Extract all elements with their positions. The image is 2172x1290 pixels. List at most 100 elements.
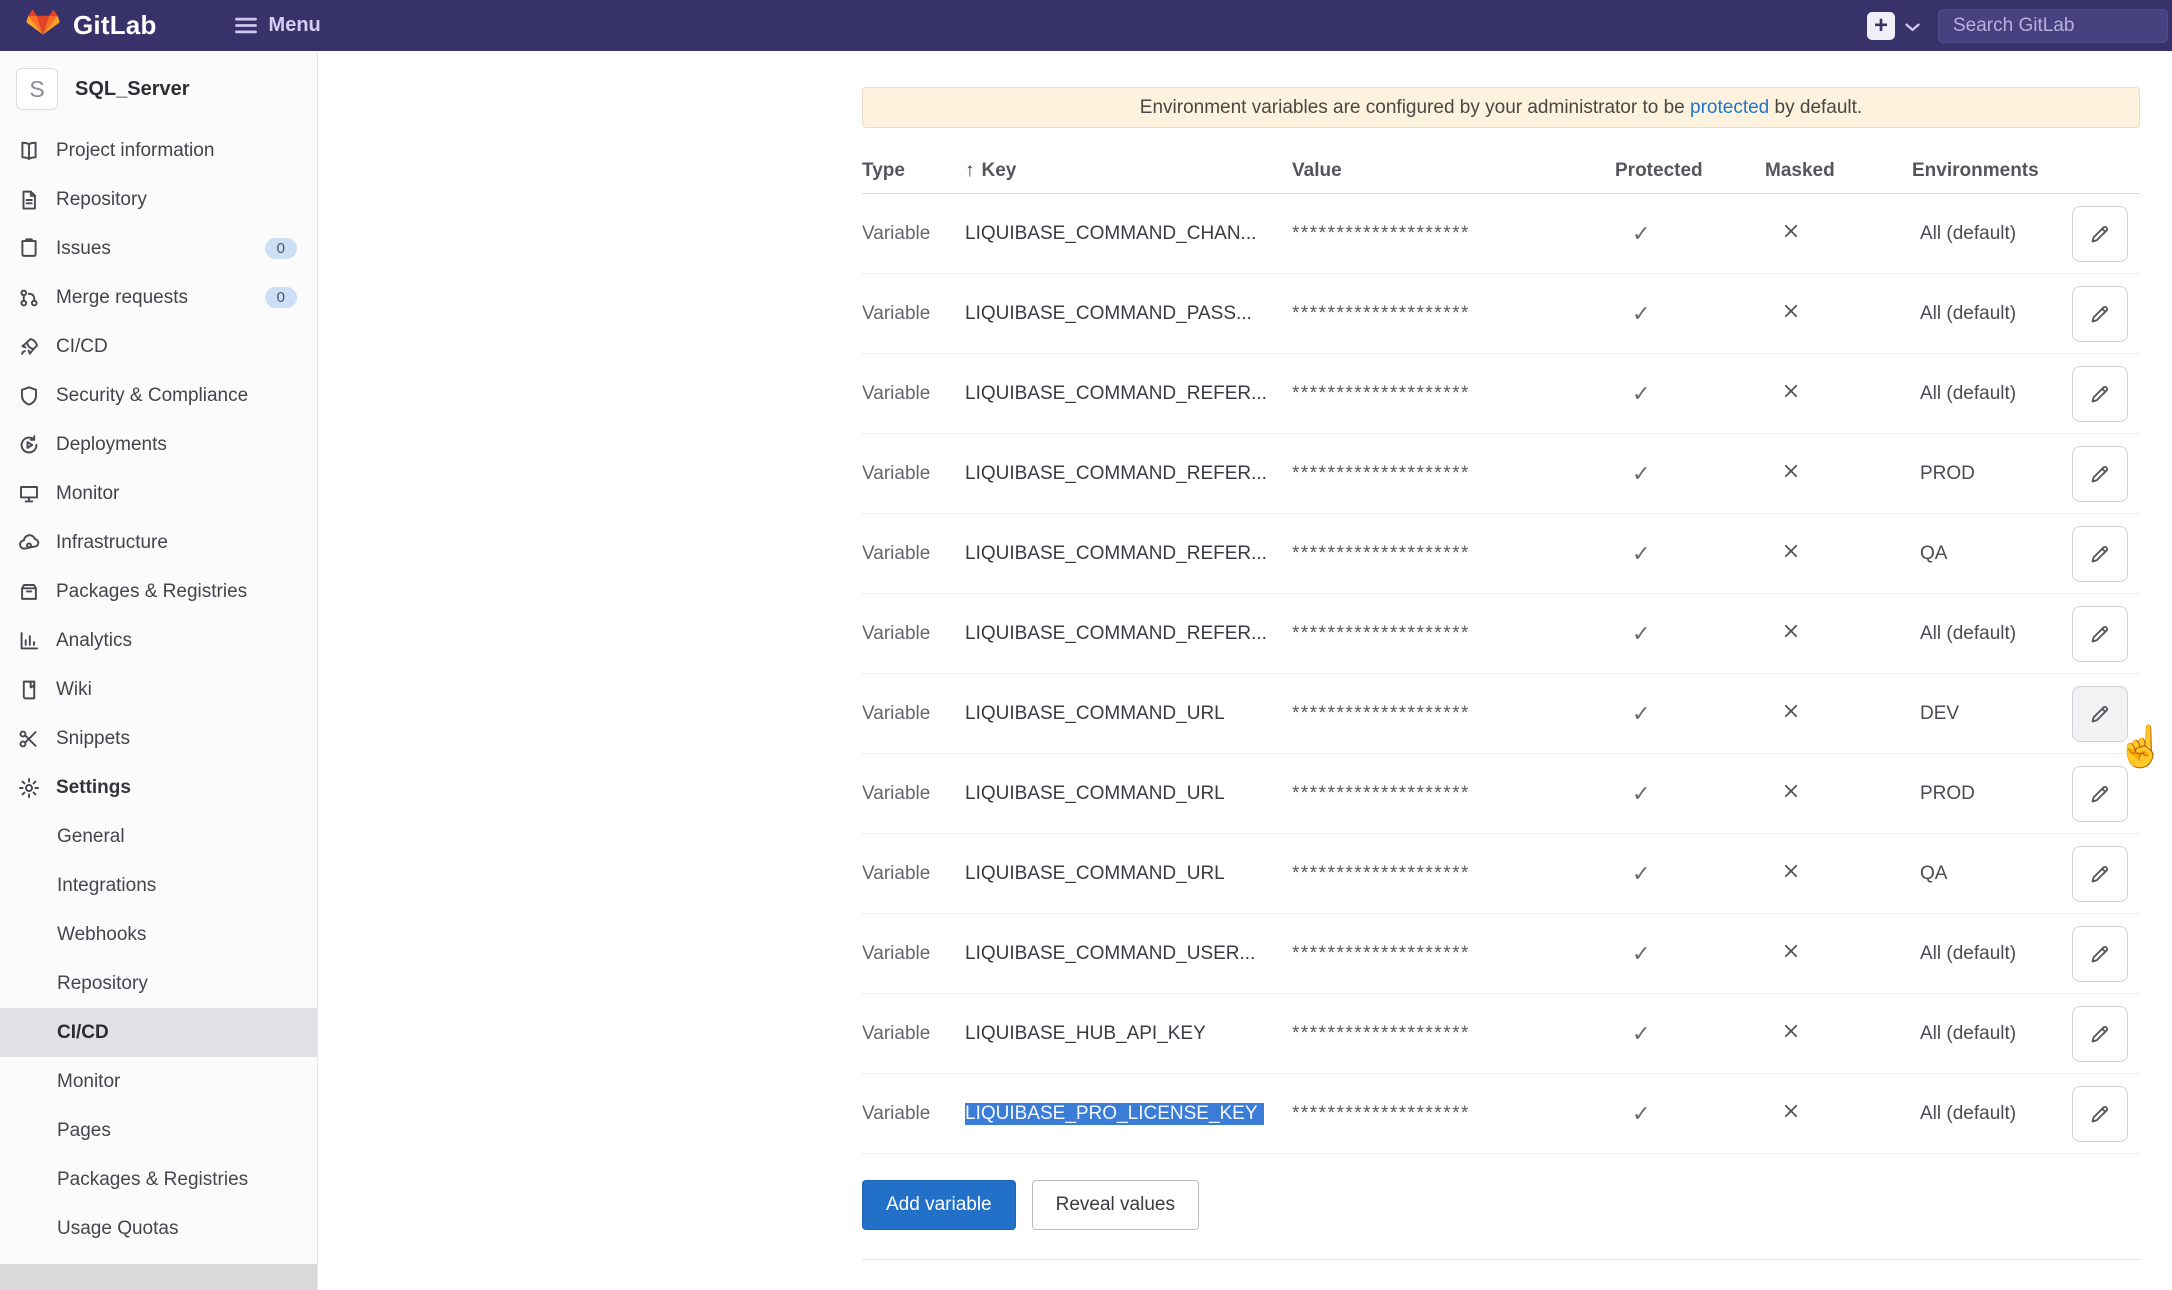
- sidebar-item-label: Repository: [56, 189, 147, 211]
- admin-protected-banner: Environment variables are configured by …: [862, 87, 2140, 128]
- sidebar-item-monitor[interactable]: Monitor: [0, 469, 317, 518]
- variable-type: Variable: [862, 463, 965, 485]
- variable-value-masked: ********************: [1292, 1103, 1615, 1125]
- reveal-values-button[interactable]: Reveal values: [1032, 1180, 1199, 1230]
- top-navigation-bar: GitLab Menu +: [0, 0, 2172, 51]
- pencil-icon: [2089, 783, 2111, 805]
- variable-key: LIQUIBASE_HUB_API_KEY: [965, 1023, 1292, 1045]
- header-key[interactable]: ↑ Key: [965, 160, 1292, 182]
- edit-variable-button[interactable]: [2072, 766, 2128, 822]
- header-protected: Protected: [1615, 160, 1765, 182]
- pencil-icon: [2089, 223, 2111, 245]
- variable-key: LIQUIBASE_COMMAND_REFER...: [965, 463, 1292, 485]
- snippets-icon: [17, 727, 41, 751]
- project-information-icon: [17, 139, 41, 163]
- table-row: VariableLIQUIBASE_COMMAND_REFER...******…: [862, 354, 2140, 434]
- sidebar-item-merge-requests[interactable]: Merge requests0: [0, 273, 317, 322]
- table-row: VariableLIQUIBASE_COMMAND_PASS...*******…: [862, 274, 2140, 354]
- new-item-button[interactable]: +: [1867, 12, 1895, 40]
- sidebar-item-label: Merge requests: [56, 287, 188, 309]
- sidebar-item-wiki[interactable]: Wiki: [0, 665, 317, 714]
- variable-type: Variable: [862, 223, 965, 245]
- menu-button[interactable]: Menu: [235, 14, 321, 37]
- search-input[interactable]: [1938, 9, 2168, 43]
- edit-variable-button[interactable]: [2072, 1006, 2128, 1062]
- sidebar-subitem-usage-quotas[interactable]: Usage Quotas: [0, 1204, 317, 1253]
- sidebar-item-infrastructure[interactable]: Infrastructure: [0, 518, 317, 567]
- sidebar-item-issues[interactable]: Issues0: [0, 224, 317, 273]
- variable-key: LIQUIBASE_COMMAND_USER...: [965, 943, 1292, 965]
- security-compliance-icon: [17, 384, 41, 408]
- sidebar-subitem-repository[interactable]: Repository: [0, 959, 317, 1008]
- edit-variable-button[interactable]: [2072, 446, 2128, 502]
- protected-link[interactable]: protected: [1690, 97, 1769, 118]
- edit-variable-button[interactable]: [2072, 1086, 2128, 1142]
- sidebar-item-packages-registries[interactable]: Packages & Registries: [0, 567, 317, 616]
- protected-check-icon: ✓: [1615, 781, 1765, 807]
- hamburger-icon: [235, 17, 257, 34]
- variable-type: Variable: [862, 1103, 965, 1125]
- variable-value-masked: ********************: [1292, 383, 1615, 405]
- masked-cross-icon: [1765, 702, 1912, 725]
- variable-value-masked: ********************: [1292, 783, 1615, 805]
- sidebar-subitem-general[interactable]: General: [0, 812, 317, 861]
- variable-environment: All (default): [1912, 943, 2072, 965]
- sidebar-item-analytics[interactable]: Analytics: [0, 616, 317, 665]
- project-header[interactable]: S SQL_Server: [0, 51, 317, 126]
- variable-environment: PROD: [1912, 463, 2072, 485]
- variable-environment: QA: [1912, 863, 2072, 885]
- header-environments: Environments: [1912, 160, 2072, 182]
- protected-check-icon: ✓: [1615, 621, 1765, 647]
- edit-variable-button[interactable]: [2072, 526, 2128, 582]
- edit-variable-button[interactable]: [2072, 686, 2128, 742]
- sidebar-subitem-pages[interactable]: Pages: [0, 1106, 317, 1155]
- edit-variable-button[interactable]: [2072, 366, 2128, 422]
- sidebar-item-ci-cd[interactable]: CI/CD: [0, 322, 317, 371]
- pencil-icon: [2089, 383, 2111, 405]
- sidebar-item-snippets[interactable]: Snippets: [0, 714, 317, 763]
- edit-variable-button[interactable]: [2072, 846, 2128, 902]
- variable-value-masked: ********************: [1292, 863, 1615, 885]
- masked-cross-icon: [1765, 942, 1912, 965]
- sidebar-subitem-monitor[interactable]: Monitor: [0, 1057, 317, 1106]
- pencil-icon: [2089, 1103, 2111, 1125]
- protected-check-icon: ✓: [1615, 861, 1765, 887]
- masked-cross-icon: [1765, 382, 1912, 405]
- table-row: VariableLIQUIBASE_COMMAND_REFER...******…: [862, 434, 2140, 514]
- sidebar-item-repository[interactable]: Repository: [0, 175, 317, 224]
- issues-icon: [17, 237, 41, 261]
- project-sidebar: S SQL_Server Project information Reposito…: [0, 51, 318, 1290]
- chevron-down-icon[interactable]: [1905, 23, 1920, 32]
- sidebar-subitem-ci-cd[interactable]: CI/CD: [0, 1008, 317, 1057]
- variable-type: Variable: [862, 863, 965, 885]
- sidebar-item-security-compliance[interactable]: Security & Compliance: [0, 371, 317, 420]
- edit-cell: [2072, 846, 2140, 902]
- table-row: VariableLIQUIBASE_COMMAND_REFER...******…: [862, 514, 2140, 594]
- gitlab-logo[interactable]: GitLab: [26, 9, 157, 42]
- sidebar-item-deployments[interactable]: Deployments: [0, 420, 317, 469]
- variable-key: LIQUIBASE_PRO_LICENSE_KEY: [965, 1103, 1292, 1125]
- variable-environment: All (default): [1912, 303, 2072, 325]
- protected-check-icon: ✓: [1615, 461, 1765, 487]
- edit-variable-button[interactable]: [2072, 606, 2128, 662]
- sidebar-item-settings[interactable]: Settings: [0, 763, 317, 812]
- deployments-icon: [17, 433, 41, 457]
- infrastructure-icon: [17, 531, 41, 555]
- sidebar-item-project-information[interactable]: Project information: [0, 126, 317, 175]
- edit-variable-button[interactable]: [2072, 286, 2128, 342]
- edit-variable-button[interactable]: [2072, 926, 2128, 982]
- variable-key: LIQUIBASE_COMMAND_REFER...: [965, 383, 1292, 405]
- pencil-icon: [2089, 303, 2111, 325]
- edit-variable-button[interactable]: [2072, 206, 2128, 262]
- add-variable-button[interactable]: Add variable: [862, 1180, 1016, 1230]
- main-content: Environment variables are configured by …: [319, 51, 2172, 1290]
- sidebar-subitem-packages-registries[interactable]: Packages & Registries: [0, 1155, 317, 1204]
- sidebar-item-label: Security & Compliance: [56, 385, 248, 407]
- settings-submenu: GeneralIntegrationsWebhooksRepositoryCI/…: [0, 812, 317, 1253]
- sidebar-collapse-strip[interactable]: [0, 1264, 317, 1290]
- variable-type: Variable: [862, 1023, 965, 1045]
- sidebar-subitem-integrations[interactable]: Integrations: [0, 861, 317, 910]
- sidebar-subitem-webhooks[interactable]: Webhooks: [0, 910, 317, 959]
- table-row: VariableLIQUIBASE_COMMAND_USER...*******…: [862, 914, 2140, 994]
- edit-cell: [2072, 606, 2140, 662]
